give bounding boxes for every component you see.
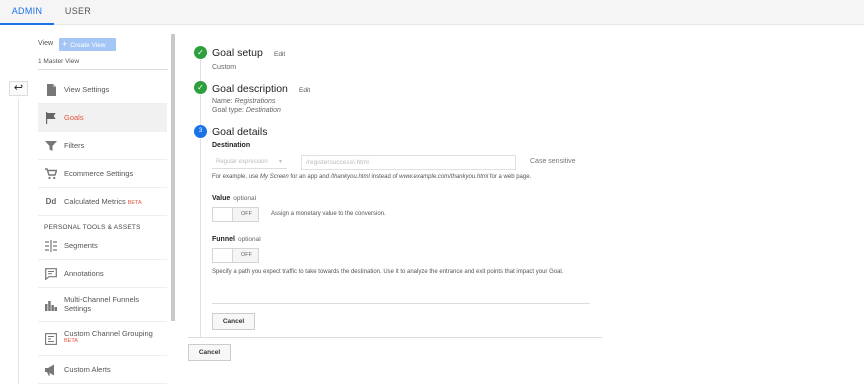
section-personal-tools: PERSONAL TOOLS & ASSETS bbox=[44, 224, 141, 231]
sidebar-item-label: View Settings bbox=[64, 85, 110, 94]
sidebar-item-view-settings[interactable]: View Settings bbox=[38, 76, 167, 104]
sidebar-item-label: Custom Alerts bbox=[64, 365, 111, 374]
cart-icon bbox=[45, 168, 58, 180]
goal-description-title: Goal description bbox=[212, 83, 288, 95]
value-toggle[interactable]: OFF bbox=[212, 207, 259, 222]
beta-badge: BETA bbox=[64, 338, 78, 344]
optional-label: optional bbox=[237, 236, 261, 243]
sidebar-item-multi-channel-funnels[interactable]: Multi-Channel Funnels Settings bbox=[38, 288, 167, 322]
sidebar-item-ecommerce-settings[interactable]: Ecommerce Settings bbox=[38, 160, 167, 188]
toggle-knob bbox=[213, 249, 233, 262]
sidebar-item-label: Segments bbox=[64, 241, 98, 250]
top-tab-bar: ADMIN USER bbox=[0, 0, 864, 25]
filter-icon bbox=[45, 140, 57, 152]
example-text: instead of bbox=[369, 174, 400, 180]
funnel-field-title: Funnel optional bbox=[212, 236, 261, 243]
create-view-button[interactable]: + Create View bbox=[59, 38, 116, 51]
goal-name-label: Name: bbox=[212, 98, 233, 105]
step-complete-check-icon: ✓ bbox=[194, 81, 207, 94]
example-text: My Screen bbox=[260, 174, 289, 180]
sidebar-item-label: Goals bbox=[64, 113, 84, 122]
step-connector bbox=[200, 139, 201, 337]
funnel-description: Specify a path you expect traffic to tak… bbox=[212, 269, 564, 275]
sidebar-item-label: Custom Channel Grouping BETA bbox=[64, 329, 153, 345]
sidebar-item-goals[interactable]: Goals bbox=[38, 104, 167, 132]
sidebar-item-label: Multi-Channel Funnels Settings bbox=[64, 295, 140, 313]
divider bbox=[188, 337, 602, 338]
step-connector bbox=[200, 95, 201, 125]
sidebar-nav-tools: Segments Annotations Multi-Channel Funne… bbox=[38, 232, 167, 384]
goal-type-label: Goal type: bbox=[212, 107, 244, 114]
goal-type: Goal type: Destination bbox=[212, 107, 281, 114]
cancel-button[interactable]: Cancel bbox=[188, 344, 231, 361]
optional-label: optional bbox=[233, 195, 257, 202]
goal-name: Name: Registrations bbox=[212, 98, 275, 105]
step-complete-check-icon: ✓ bbox=[194, 46, 207, 59]
tab-admin[interactable]: ADMIN bbox=[0, 0, 54, 25]
step-number-badge: 3 bbox=[194, 125, 207, 138]
value-title: Value bbox=[212, 195, 231, 202]
goal-name-value: Registrations bbox=[234, 98, 276, 105]
sidebar-item-calculated-metrics[interactable]: Dd Calculated Metrics BETA bbox=[38, 188, 167, 216]
goal-details-cancel-button[interactable]: Cancel bbox=[212, 313, 255, 330]
megaphone-icon bbox=[45, 364, 57, 376]
goal-setup-value: Custom bbox=[212, 64, 237, 71]
destination-label: Destination bbox=[212, 142, 251, 149]
divider bbox=[18, 99, 19, 384]
goal-setup-title: Goal setup bbox=[212, 47, 263, 59]
flag-icon bbox=[45, 112, 57, 124]
divider bbox=[212, 303, 590, 304]
match-type-value: Regular expression bbox=[216, 159, 268, 165]
goal-type-value: Destination bbox=[245, 107, 281, 114]
sidebar-item-label: Ecommerce Settings bbox=[64, 169, 134, 178]
caret-down-icon: ▼ bbox=[278, 159, 283, 165]
document-icon bbox=[45, 84, 57, 96]
value-field-title: Value optional bbox=[212, 195, 256, 202]
goal-setup-edit-link[interactable]: Edit bbox=[274, 51, 285, 58]
value-description: Assign a monetary value to the conversio… bbox=[271, 211, 386, 217]
sidebar-item-segments[interactable]: Segments bbox=[38, 232, 167, 260]
calculated-metrics-label: Calculated Metrics bbox=[64, 197, 126, 206]
destination-input[interactable]: /registersuccess\.html bbox=[301, 155, 516, 170]
sidebar-item-annotations[interactable]: Annotations bbox=[38, 260, 167, 288]
sidebar-item-custom-channel-grouping[interactable]: Custom Channel Grouping BETA bbox=[38, 322, 167, 356]
case-sensitive-checkbox[interactable]: Case sensitive bbox=[530, 158, 576, 165]
step-connector bbox=[200, 60, 201, 82]
create-view-label: Create View bbox=[70, 42, 106, 49]
match-type-select[interactable]: Regular expression ▼ bbox=[212, 155, 287, 169]
example-text: For example, use bbox=[212, 174, 261, 180]
sidebar-item-label: Calculated Metrics BETA bbox=[64, 197, 142, 206]
sidebar-item-label: Filters bbox=[64, 141, 85, 150]
sidebar-item-custom-alerts[interactable]: Custom Alerts bbox=[38, 356, 167, 384]
grouping-icon bbox=[45, 333, 57, 345]
annotation-icon bbox=[45, 268, 57, 281]
example-text: www.example.com/thankyou.html bbox=[399, 174, 489, 180]
back-arrow-icon[interactable]: ↩ bbox=[9, 81, 28, 96]
view-label: View bbox=[38, 40, 54, 47]
segments-icon bbox=[45, 240, 57, 252]
example-text: for an app and bbox=[288, 174, 331, 180]
sidebar-scrollbar[interactable] bbox=[171, 34, 175, 321]
goal-details-title: Goal details bbox=[212, 126, 268, 138]
sidebar-nav: View Settings Goals Filters Ecommerce Se… bbox=[38, 76, 167, 216]
beta-badge: BETA bbox=[127, 200, 142, 206]
toggle-knob bbox=[213, 208, 233, 221]
tab-user[interactable]: USER bbox=[62, 0, 94, 25]
example-text: for a web page. bbox=[488, 174, 532, 180]
divider bbox=[38, 69, 168, 70]
sidebar-item-filters[interactable]: Filters bbox=[38, 132, 167, 160]
toggle-state: OFF bbox=[241, 211, 252, 217]
goal-description-edit-link[interactable]: Edit bbox=[299, 87, 310, 94]
plus-icon: + bbox=[62, 39, 68, 49]
bar-chart-icon bbox=[45, 299, 57, 311]
funnel-toggle[interactable]: OFF bbox=[212, 248, 259, 263]
dd-icon: Dd bbox=[45, 197, 57, 206]
example-text: /thankyou.html bbox=[330, 174, 370, 180]
destination-help-text: For example, use My Screen for an app an… bbox=[212, 174, 531, 180]
funnel-title: Funnel bbox=[212, 236, 235, 243]
sidebar-item-label: Annotations bbox=[64, 269, 104, 278]
custom-channel-grouping-label: Custom Channel Grouping bbox=[64, 329, 153, 338]
toggle-state: OFF bbox=[241, 252, 252, 258]
master-view-count: 1 Master View bbox=[38, 58, 80, 65]
